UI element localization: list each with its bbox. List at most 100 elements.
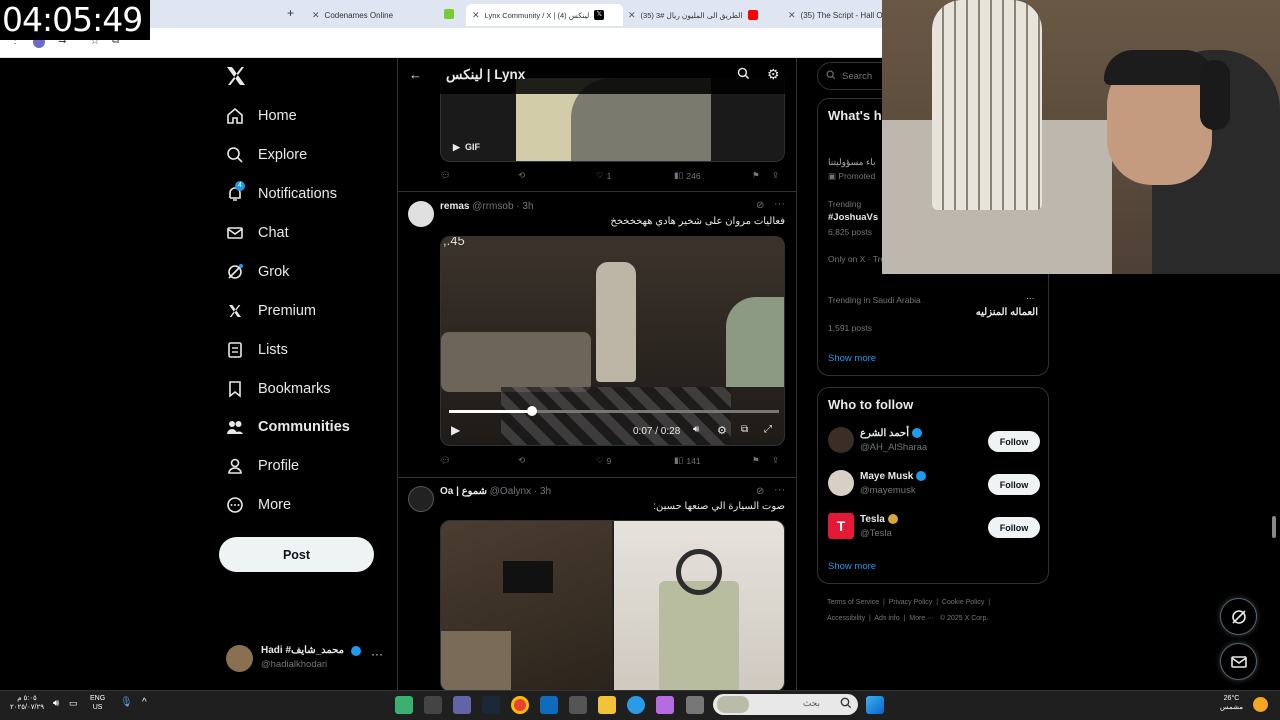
tweet-time[interactable]: · 3h: [516, 201, 533, 212]
footer-link[interactable]: Accessibility: [827, 615, 865, 622]
nav-profile[interactable]: Profile: [226, 451, 299, 481]
photo-1[interactable]: [441, 521, 612, 690]
close-tab-icon[interactable]: ✕: [788, 10, 796, 21]
tweet-remas[interactable]: remas @rrmsob · 3h ⊘ ··· فعاليات مروان ع…: [398, 192, 796, 478]
nav-premium[interactable]: Premium: [226, 296, 316, 326]
more-dots-icon[interactable]: ···: [774, 484, 785, 496]
follow-suggestion[interactable]: T Tesla @Tesla Follow: [828, 512, 1040, 544]
tab-youtube-2[interactable]: ✕ (35) The Script - Hall O: [788, 4, 882, 26]
reply-icon[interactable]: 💬︎: [440, 455, 451, 466]
language-switcher[interactable]: ENG US: [90, 694, 105, 712]
post-button[interactable]: Post: [219, 537, 374, 572]
nav-more[interactable]: More: [226, 490, 291, 520]
fullscreen-icon[interactable]: ⤢: [764, 424, 772, 435]
x-logo-icon[interactable]: [224, 64, 250, 90]
nav-notifications[interactable]: 4 Notifications: [226, 179, 337, 209]
follow-suggestion[interactable]: أحمد الشرع @AH_AlSharaa Follow: [828, 426, 1040, 458]
nav-explore[interactable]: Explore: [226, 140, 307, 170]
teams-icon[interactable]: [453, 696, 471, 714]
suggested-name[interactable]: أحمد الشرع: [860, 428, 922, 439]
back-arrow-icon[interactable]: ←: [409, 67, 422, 82]
windows-start-icon[interactable]: [866, 696, 884, 714]
clock[interactable]: ٥:٠٥ م ٢٠٢٥/٠٧/٢٩: [10, 694, 44, 712]
avatar[interactable]: [828, 470, 854, 496]
nav-grok[interactable]: Grok: [226, 257, 289, 287]
search-icon[interactable]: [737, 67, 750, 83]
more-dots-icon[interactable]: ···: [774, 198, 785, 210]
tweet-photos[interactable]: [440, 520, 785, 690]
views-button[interactable]: ▮▯ 141: [674, 455, 701, 466]
share-icon[interactable]: ⇪: [772, 170, 779, 181]
photo-2[interactable]: [614, 521, 784, 690]
like-button[interactable]: ♡ 9: [596, 455, 611, 466]
tab-youtube-1[interactable]: ✕ (35) الطريق الى المليون ريال #3: [628, 4, 778, 26]
more-dots-icon[interactable]: ···: [1026, 293, 1035, 303]
volume-icon[interactable]: 🔊︎: [693, 424, 699, 435]
promo-text[interactable]: باء مسؤوليتنا: [828, 157, 875, 168]
trend-item[interactable]: العماله المنزليه: [976, 307, 1038, 318]
tweet-time[interactable]: · 3h: [534, 486, 551, 497]
avatar[interactable]: [408, 486, 434, 512]
tab-codenames[interactable]: ✕ Codenames Online: [312, 4, 432, 26]
page-scrollbar[interactable]: [1272, 516, 1276, 538]
file-icon[interactable]: [686, 696, 704, 714]
volume-icon[interactable]: 🔊︎: [53, 699, 59, 709]
settings-icon[interactable]: ⚙: [717, 424, 727, 437]
author-name[interactable]: Oa | شموع: [440, 486, 487, 497]
store-icon[interactable]: [569, 696, 587, 714]
new-tab-button[interactable]: +: [287, 6, 294, 20]
author-name[interactable]: remas: [440, 201, 469, 212]
follow-button[interactable]: Follow: [988, 517, 1040, 538]
author-handle[interactable]: @rrmsob: [472, 201, 513, 212]
close-tab-icon[interactable]: ✕: [628, 10, 636, 21]
microphone-icon[interactable]: 🎙︎: [120, 698, 133, 708]
retweet-icon[interactable]: ⟲: [518, 455, 525, 466]
tweet-oalynx[interactable]: Oa | شموع @Oalynx · 3h ⊘ ··· صوت السيارة…: [398, 478, 796, 690]
weather-widget[interactable]: 26°C مشمس: [1220, 694, 1243, 712]
suggested-name[interactable]: Tesla: [860, 514, 898, 525]
follow-suggestion[interactable]: Maye Musk @mayemusk Follow: [828, 469, 1040, 501]
grok-icon[interactable]: ⊘: [756, 200, 764, 211]
chrome-icon[interactable]: [511, 696, 529, 714]
follow-button[interactable]: Follow: [988, 474, 1040, 495]
grok-fab[interactable]: [1220, 598, 1257, 635]
footer-link[interactable]: Terms of Service: [827, 599, 879, 606]
trend-item[interactable]: #JoshuaVs: [828, 212, 878, 223]
close-tab-icon[interactable]: ✕: [472, 10, 480, 21]
outlook-icon[interactable]: [540, 696, 558, 714]
bookmark-icon[interactable]: ⚑: [752, 455, 760, 466]
retweet-icon[interactable]: ⟲: [518, 170, 525, 181]
calculator-icon[interactable]: [424, 696, 442, 714]
account-switcher[interactable]: Hadi #محمد_شايف @hadialkhodari ···: [226, 643, 386, 673]
edge-icon[interactable]: [627, 696, 645, 714]
views-button[interactable]: ▮▯ 246: [674, 170, 701, 181]
copilot-icon[interactable]: [656, 696, 674, 714]
share-icon[interactable]: ⇪: [772, 455, 779, 466]
network-icon[interactable]: ▭: [69, 699, 78, 708]
video-player[interactable]: ,.45 ▶ 0:07 / 0:28 🔊︎ ⚙ ⧉ ⤢: [440, 236, 785, 446]
suggested-name[interactable]: Maye Musk: [860, 471, 927, 482]
author-handle[interactable]: @Oalynx: [490, 486, 531, 497]
gear-icon[interactable]: ⚙: [767, 66, 780, 83]
footer-link[interactable]: Privacy Policy: [889, 599, 933, 606]
video-progress-track[interactable]: [449, 406, 779, 416]
footer-link[interactable]: Cookie Policy: [942, 599, 984, 606]
taskbar-search[interactable]: بحث: [713, 694, 858, 715]
avatar[interactable]: [408, 201, 434, 227]
steam-icon[interactable]: [482, 696, 500, 714]
folder-icon[interactable]: [598, 696, 616, 714]
tesla-logo-icon[interactable]: T: [828, 513, 854, 539]
nav-lists[interactable]: Lists: [226, 335, 288, 365]
more-dots-icon[interactable]: ···: [371, 647, 383, 661]
like-button[interactable]: ♡ 1: [596, 170, 611, 181]
chevron-up-icon[interactable]: ^: [142, 698, 147, 708]
play-icon[interactable]: ▶: [451, 423, 460, 437]
app-icon[interactable]: [395, 696, 413, 714]
nav-chat[interactable]: Chat: [226, 218, 289, 248]
pip-icon[interactable]: ⧉: [741, 424, 748, 435]
video-scrubber-handle[interactable]: [526, 406, 537, 416]
footer-link[interactable]: Ads info: [874, 615, 899, 622]
tab-lynx-community[interactable]: ✕ Lynx Community / X | (4) لينكس 𝕏: [466, 4, 623, 26]
bookmark-icon[interactable]: ⚑: [752, 170, 760, 181]
nav-communities[interactable]: Communities: [226, 412, 350, 442]
